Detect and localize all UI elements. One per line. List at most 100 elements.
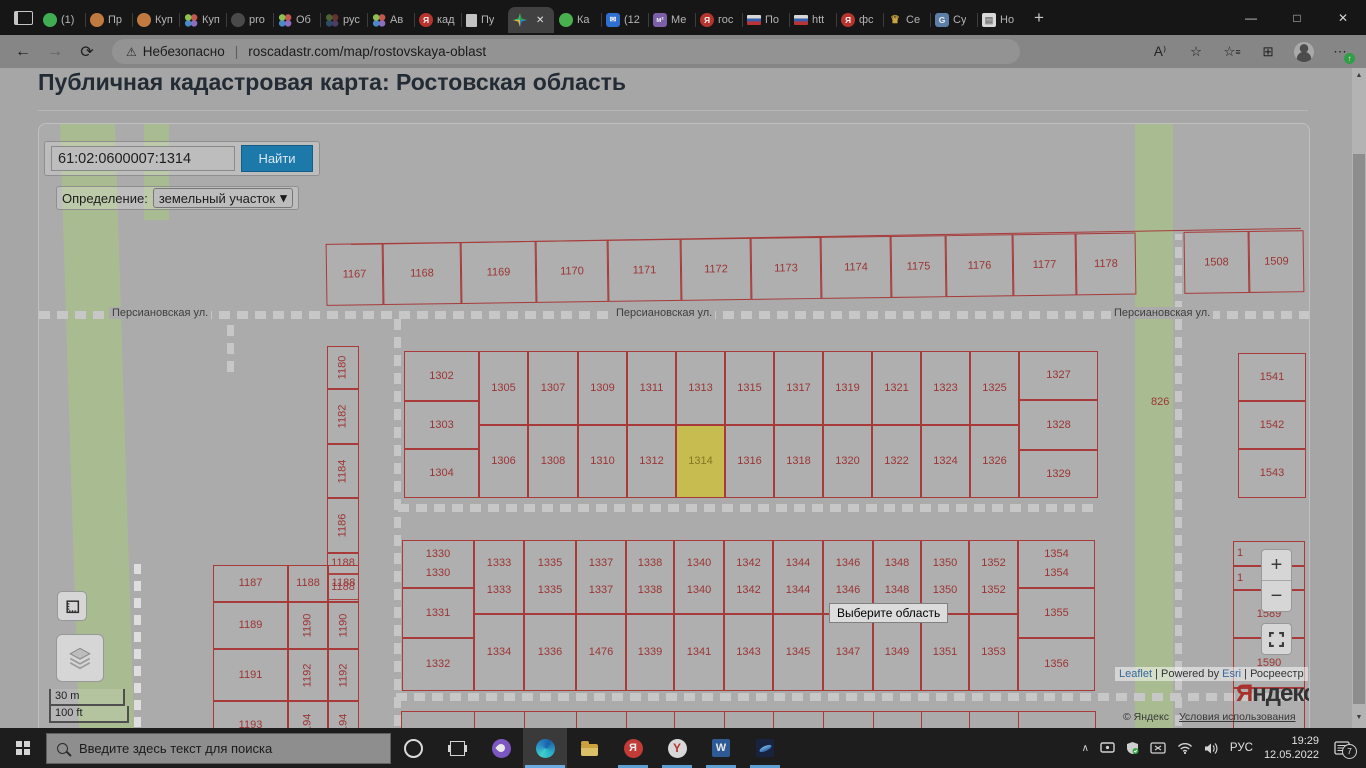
parcel-1351[interactable]: 1351 bbox=[921, 614, 969, 691]
parcel-1167[interactable]: 1167 bbox=[325, 243, 384, 306]
object-type-select[interactable]: земельный участок ▾ bbox=[152, 188, 293, 208]
minimize-button[interactable]: — bbox=[1228, 0, 1274, 35]
parcel-1344[interactable]: 1344 1344 bbox=[773, 540, 823, 614]
hidden-icons-chevron[interactable]: ∧ bbox=[1082, 743, 1089, 754]
parcel-1331[interactable]: 1331 bbox=[402, 588, 474, 638]
new-tab-button[interactable]: + bbox=[1024, 3, 1054, 33]
parcel-1314[interactable]: 1314 bbox=[676, 425, 725, 498]
parcel-1168[interactable]: 1168 bbox=[382, 241, 462, 306]
tab-active[interactable]: ✕ bbox=[508, 7, 554, 33]
tab[interactable]: Ав bbox=[367, 7, 414, 33]
parcel-1349[interactable]: 1349 bbox=[873, 614, 921, 691]
parcel-1508[interactable]: 1508 bbox=[1183, 230, 1250, 294]
alice-button[interactable] bbox=[479, 728, 523, 768]
leaflet-link[interactable]: Leaflet bbox=[1119, 668, 1152, 680]
add-favorite-icon[interactable]: ☆ bbox=[1178, 38, 1214, 66]
parcel-1321[interactable]: 1321 bbox=[872, 351, 921, 425]
parcel-1318[interactable]: 1318 bbox=[774, 425, 823, 498]
parcel-1476[interactable]: 1476 bbox=[576, 614, 626, 691]
parcel-1328[interactable]: 1328 bbox=[1019, 400, 1098, 450]
parcel-1192[interactable]: 1192 bbox=[288, 649, 328, 701]
parcel-1324[interactable]: 1324 bbox=[921, 425, 970, 498]
tab-close-icon[interactable]: ✕ bbox=[536, 15, 544, 26]
collections-icon[interactable]: ⊞ bbox=[1250, 38, 1286, 66]
parcel-1191[interactable]: 1191 bbox=[213, 649, 288, 701]
tab[interactable]: По bbox=[742, 7, 789, 33]
tab[interactable]: ✉ (12 bbox=[601, 7, 648, 33]
refresh-button[interactable]: ⟳ bbox=[72, 38, 102, 66]
parcel-1190[interactable]: 1190 bbox=[328, 602, 359, 649]
zoom-in-button[interactable]: + bbox=[1262, 550, 1291, 580]
parcel-1304[interactable]: 1304 bbox=[404, 449, 479, 498]
parcel-1169[interactable]: 1169 bbox=[460, 240, 537, 304]
paint-app-button[interactable] bbox=[743, 728, 787, 768]
parcel-1305[interactable]: 1305 bbox=[479, 351, 528, 425]
measure-button[interactable] bbox=[57, 591, 87, 621]
tab[interactable]: м² Ме bbox=[648, 7, 695, 33]
scroll-up-icon[interactable]: ▲ bbox=[1352, 68, 1366, 82]
parcel-1326[interactable]: 1326 bbox=[970, 425, 1019, 498]
task-view-button[interactable] bbox=[435, 728, 479, 768]
parcel-1323[interactable]: 1323 bbox=[921, 351, 970, 425]
parcel-1178[interactable]: 1178 bbox=[1075, 232, 1137, 296]
taskbar-search-input[interactable] bbox=[77, 739, 380, 757]
parcel-1317[interactable]: 1317 bbox=[774, 351, 823, 425]
parcel-1335[interactable]: 1335 1335 bbox=[524, 540, 576, 614]
back-button[interactable]: ← bbox=[8, 38, 38, 66]
tab[interactable]: Пр bbox=[85, 7, 132, 33]
parcel-1353[interactable]: 1353 bbox=[969, 614, 1018, 691]
parcel-1174[interactable]: 1174 bbox=[820, 235, 892, 299]
parcel-1186[interactable]: 1186 bbox=[327, 498, 359, 553]
parcel-1188[interactable]: 1188 bbox=[328, 565, 359, 602]
parcel-1327[interactable]: 1327 bbox=[1019, 351, 1098, 400]
parcel-1308[interactable]: 1308 bbox=[528, 425, 578, 498]
page-scrollbar[interactable]: ▲ ▼ bbox=[1352, 68, 1366, 728]
file-explorer-button[interactable] bbox=[567, 728, 611, 768]
parcel-1334[interactable]: 1334 bbox=[474, 614, 524, 691]
yandex-browser-button[interactable]: Y bbox=[655, 728, 699, 768]
url-field[interactable]: ⚠ Небезопасно | roscadastr.com/map/rosto… bbox=[112, 39, 1020, 64]
tab[interactable]: pro bbox=[226, 7, 273, 33]
parcel-1332[interactable]: 1332 bbox=[402, 638, 474, 691]
tab[interactable]: htt bbox=[789, 7, 836, 33]
terms-link[interactable]: Условия использования bbox=[1179, 711, 1296, 723]
parcel-1173[interactable]: 1173 bbox=[750, 236, 822, 300]
notification-center-button[interactable]: 7 bbox=[1334, 741, 1357, 759]
parcel-1509[interactable]: 1509 bbox=[1248, 230, 1305, 293]
parcel-1355[interactable]: 1355 bbox=[1018, 588, 1095, 638]
parcel-1354[interactable]: 1354 1354 bbox=[1018, 540, 1095, 588]
yandex-app-button[interactable]: Я bbox=[611, 728, 655, 768]
fullscreen-button[interactable] bbox=[1261, 623, 1292, 655]
parcel-1307[interactable]: 1307 bbox=[528, 351, 578, 425]
parcel-1190[interactable]: 1190 bbox=[288, 602, 328, 649]
tab[interactable]: Ка bbox=[554, 7, 601, 33]
parcel-1303[interactable]: 1303 bbox=[404, 401, 479, 449]
tab[interactable]: G Су bbox=[930, 7, 977, 33]
tab[interactable]: рус bbox=[320, 7, 367, 33]
scroll-down-icon[interactable]: ▼ bbox=[1352, 710, 1366, 724]
parcel-1339[interactable]: 1339 bbox=[626, 614, 674, 691]
parcel-1322[interactable]: 1322 bbox=[872, 425, 921, 498]
parcel-1182[interactable]: 1182 bbox=[327, 389, 359, 444]
parcel-1541[interactable]: 1541 bbox=[1238, 353, 1306, 401]
parcel-1316[interactable]: 1316 bbox=[725, 425, 774, 498]
parcel-1175[interactable]: 1175 bbox=[890, 235, 947, 298]
page-url[interactable]: roscadastr.com/map/rostovskaya-oblast bbox=[248, 44, 486, 59]
tab[interactable]: Куп bbox=[132, 7, 179, 33]
parcel-1330[interactable]: 1330 1330 bbox=[402, 540, 474, 588]
cast-icon[interactable] bbox=[1100, 742, 1115, 754]
parcel-1306[interactable]: 1306 bbox=[479, 425, 528, 498]
start-button[interactable] bbox=[0, 728, 46, 768]
parcel-1340[interactable]: 1340 1340 bbox=[674, 540, 724, 614]
parcel-1311[interactable]: 1311 bbox=[627, 351, 676, 425]
parcel-1309[interactable]: 1309 bbox=[578, 351, 627, 425]
read-aloud-icon[interactable]: A⁾ bbox=[1142, 38, 1178, 66]
favorites-list-icon[interactable]: ☆ ≡ bbox=[1214, 38, 1250, 66]
parcel-1352[interactable]: 1352 1352 bbox=[969, 540, 1018, 614]
tab[interactable]: Якад bbox=[414, 7, 461, 33]
parcel-1188[interactable]: 1188 bbox=[288, 565, 328, 602]
search-button[interactable]: Найти bbox=[241, 145, 313, 172]
tab-actions-button[interactable] bbox=[8, 3, 38, 33]
parcel-1312[interactable]: 1312 bbox=[627, 425, 676, 498]
esri-link[interactable]: Esri bbox=[1222, 668, 1241, 680]
